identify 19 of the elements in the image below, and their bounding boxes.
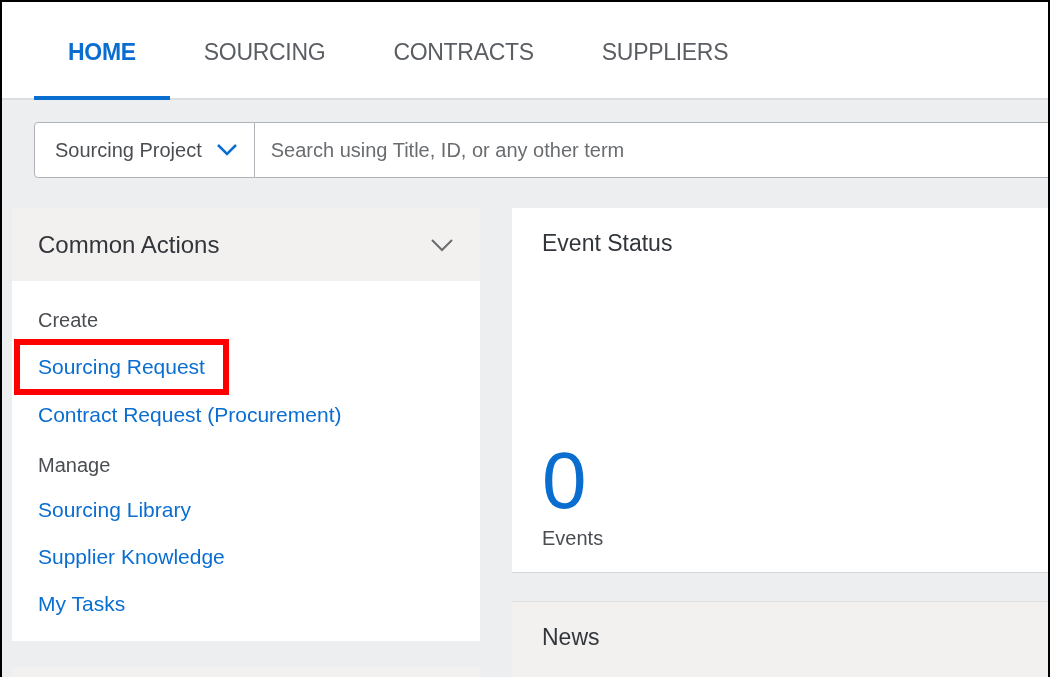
card-title: News — [542, 624, 600, 650]
card-title: Common Actions — [38, 230, 220, 259]
event-count: 0 — [542, 441, 587, 521]
chevron-down-icon[interactable] — [430, 237, 454, 252]
count-caption: Events — [542, 527, 604, 550]
search-field[interactable]: Search using Title, ID, or any other term — [254, 122, 1048, 178]
nav-tab[interactable]: SOURCING — [169, 8, 360, 100]
action-link[interactable]: Sourcing Library — [38, 486, 191, 533]
section-heading: Create — [38, 307, 99, 333]
chevron-down-icon — [215, 143, 238, 157]
card-title: Event Status — [542, 230, 673, 257]
scope-dropdown[interactable]: Sourcing Project — [34, 122, 255, 178]
nav-tab[interactable]: HOME — [34, 8, 170, 100]
action-link[interactable]: My Tasks — [38, 580, 126, 627]
nav-tab[interactable]: SUPPLIERS — [567, 8, 763, 100]
action-link[interactable]: Supplier Knowledge — [38, 533, 225, 580]
highlighted-action-link[interactable]: Sourcing Request — [14, 339, 229, 395]
section-heading: Manage — [38, 452, 111, 478]
nav-tab[interactable]: CONTRACTS — [359, 8, 568, 100]
